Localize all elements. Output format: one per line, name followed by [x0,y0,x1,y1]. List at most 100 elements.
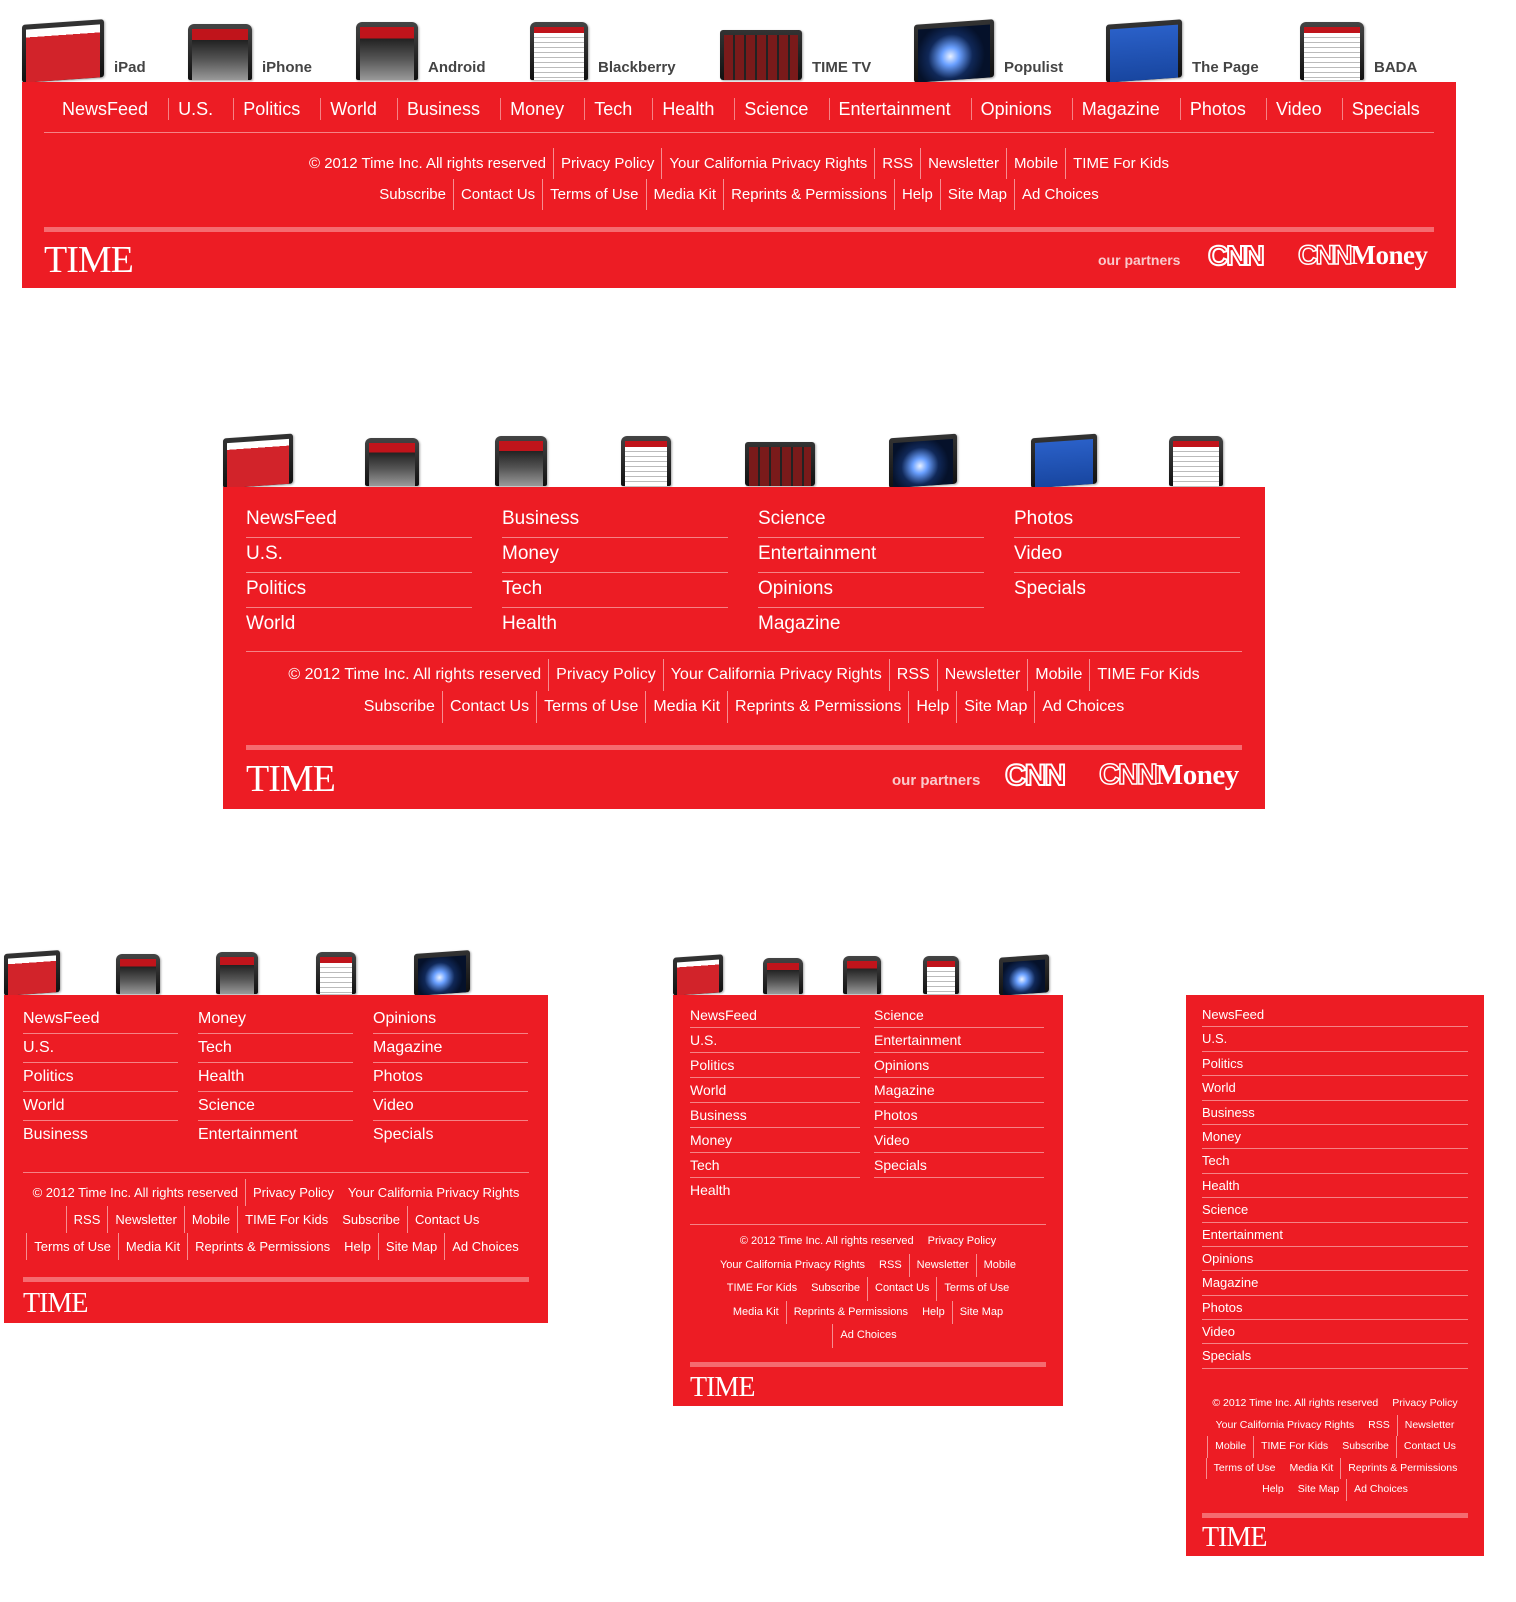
media-kit-link[interactable]: Media Kit [645,691,727,723]
device-android[interactable] [843,956,881,994]
help-link[interactable]: Help [893,179,940,210]
nav-item[interactable]: Magazine [758,608,984,643]
nav-item[interactable]: Entertainment [1202,1223,1468,1247]
device-the-page[interactable] [1031,433,1097,489]
nav-item[interactable]: NewsFeed [1202,1003,1468,1028]
device-ipad[interactable]: iPad [22,19,146,83]
time-for-kids-link[interactable]: TIME For Kids [237,1206,335,1233]
device-bada[interactable]: BADA [1300,22,1417,80]
nav-item[interactable]: Video [1202,1320,1468,1345]
media-kit-link[interactable]: Media Kit [726,1301,786,1325]
nav-item[interactable]: Tech [502,573,728,608]
nav-item[interactable]: World [246,608,472,643]
nav-item[interactable]: Magazine [874,1078,1044,1103]
time-for-kids-link[interactable]: TIME For Kids [1089,659,1206,691]
nav-item[interactable]: Health [690,1178,860,1203]
nav-item[interactable]: Science [198,1092,353,1121]
nav-item[interactable]: Business [502,503,728,538]
device-populist[interactable]: Populist [914,19,1063,83]
nav-item[interactable]: Entertainment [874,1028,1044,1053]
nav-item[interactable]: U.S. [690,1028,860,1053]
subscribe-link[interactable]: Subscribe [372,179,453,210]
reprints-link[interactable]: Reprints & Permissions [727,691,908,723]
device-iphone[interactable] [365,438,419,486]
terms-link[interactable]: Terms of Use [1205,1457,1283,1480]
newsletter-link[interactable]: Newsletter [920,148,1006,179]
time-logo[interactable]: TIME [44,238,134,282]
ad-choices-link[interactable]: Ad Choices [832,1324,903,1348]
newsletter-link[interactable]: Newsletter [107,1206,183,1233]
rss-link[interactable]: RSS [1361,1415,1397,1437]
nav-item[interactable]: Video [1014,538,1240,573]
ad-choices-link[interactable]: Ad Choices [1034,691,1131,723]
nav-item[interactable]: NewsFeed [44,98,157,120]
nav-item[interactable]: Entertainment [828,98,960,120]
time-logo[interactable]: TIME [246,757,336,801]
nav-item[interactable]: Specials [1202,1344,1468,1369]
nav-item[interactable]: Science [758,503,984,538]
subscribe-link[interactable]: Subscribe [335,1206,407,1233]
privacy-link[interactable]: Privacy Policy [1385,1393,1464,1415]
nav-item[interactable]: U.S. [168,98,222,120]
device-populist[interactable] [889,433,957,489]
nav-item[interactable]: Photos [373,1063,528,1092]
rss-link[interactable]: RSS [872,1254,909,1278]
nav-item[interactable]: Specials [373,1121,528,1150]
nav-item[interactable]: Specials [1014,573,1240,608]
nav-item[interactable]: U.S. [246,538,472,573]
site-map-link[interactable]: Site Map [939,179,1014,210]
nav-item[interactable]: Opinions [1202,1247,1468,1272]
mobile-link[interactable]: Mobile [1207,1436,1253,1458]
nav-item[interactable]: Science [734,98,817,120]
contact-link[interactable]: Contact Us [441,691,536,723]
nav-item[interactable]: Specials [874,1153,1044,1178]
rss-link[interactable]: RSS [888,659,937,691]
nav-item[interactable]: Photos [1014,503,1240,538]
help-link[interactable]: Help [915,1301,952,1325]
privacy-link[interactable]: Privacy Policy [553,148,661,179]
help-link[interactable]: Help [1255,1479,1291,1501]
reprints-link[interactable]: Reprints & Permissions [785,1300,915,1324]
nav-item[interactable]: Opinions [758,573,984,608]
nav-item[interactable]: Tech [690,1153,860,1178]
device-iphone[interactable] [763,958,803,994]
contact-link[interactable]: Contact Us [1395,1436,1463,1458]
device-ipad[interactable] [4,950,60,996]
site-map-link[interactable]: Site Map [1291,1479,1346,1501]
device-time-tv[interactable]: TIME TV [720,30,871,80]
terms-link[interactable]: Terms of Use [536,691,645,723]
privacy-link[interactable]: Privacy Policy [921,1230,1003,1254]
nav-item[interactable]: Business [1202,1101,1468,1125]
time-logo[interactable]: TIME [690,1372,755,1404]
nav-item[interactable]: Business [690,1103,860,1128]
mobile-link[interactable]: Mobile [975,1253,1023,1277]
nav-item[interactable]: Business [397,98,489,120]
newsletter-link[interactable]: Newsletter [1396,1414,1462,1437]
privacy-link[interactable]: Privacy Policy [548,659,663,691]
device-blackberry[interactable] [923,956,959,994]
nav-item[interactable]: Photos [874,1103,1044,1128]
california-privacy-link[interactable]: Your California Privacy Rights [662,659,889,691]
nav-item[interactable]: Magazine [373,1034,528,1063]
device-iphone[interactable]: iPhone [188,24,312,80]
reprints-link[interactable]: Reprints & Permissions [187,1233,337,1260]
device-populist[interactable] [999,954,1049,996]
nav-item[interactable]: Tech [1202,1149,1468,1174]
rss-link[interactable]: RSS [65,1206,108,1233]
nav-item[interactable]: Money [1202,1125,1468,1150]
california-privacy-link[interactable]: Your California Privacy Rights [1209,1415,1362,1437]
nav-item[interactable]: World [690,1078,860,1103]
contact-link[interactable]: Contact Us [867,1277,936,1301]
time-logo[interactable]: TIME [1202,1522,1267,1554]
privacy-link[interactable]: Privacy Policy [245,1179,341,1206]
device-android[interactable]: Android [356,22,486,80]
site-map-link[interactable]: Site Map [377,1233,444,1260]
nav-item[interactable]: U.S. [1202,1027,1468,1052]
nav-item[interactable]: Opinions [970,98,1061,120]
contact-link[interactable]: Contact Us [452,179,542,210]
terms-link[interactable]: Terms of Use [936,1277,1016,1301]
cnnmoney-logo[interactable]: CNNMoney [1098,758,1239,792]
nav-item[interactable]: Entertainment [758,538,984,573]
nav-item[interactable]: Video [874,1128,1044,1153]
nav-item[interactable]: World [23,1092,178,1121]
